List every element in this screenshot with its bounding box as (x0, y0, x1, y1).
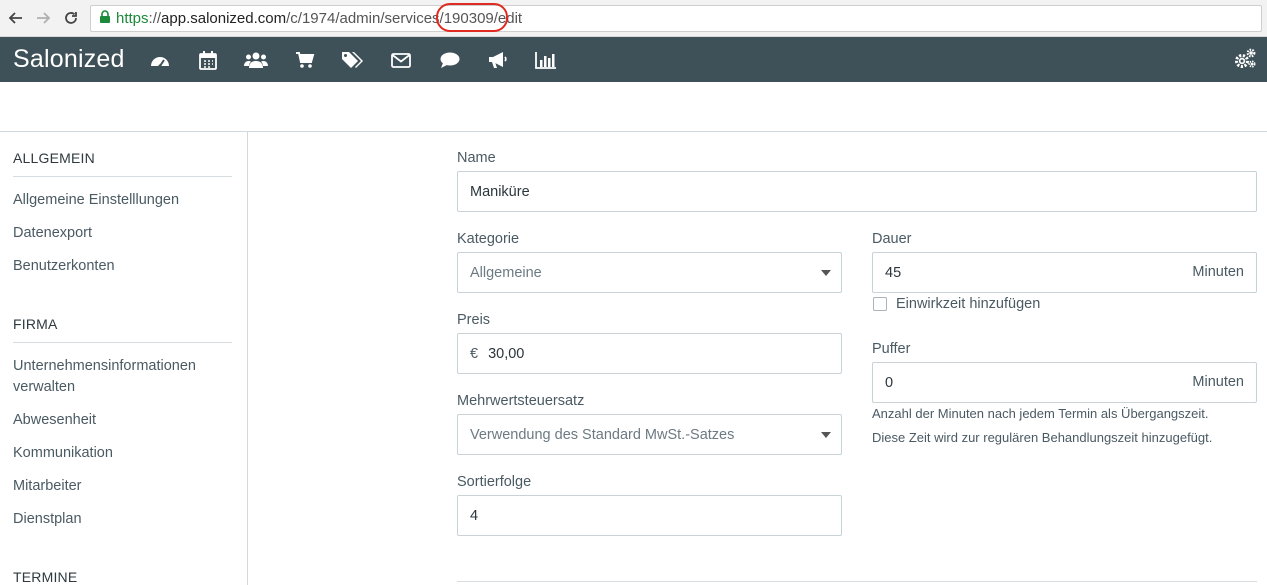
kategorie-select[interactable]: Allgemeine (457, 252, 842, 293)
einwirkzeit-label[interactable]: Einwirkzeit hinzufügen (896, 296, 1040, 312)
back-arrow-icon[interactable] (6, 8, 26, 28)
sortierfolge-label: Sortierfolge (457, 474, 532, 490)
puffer-unit: Minuten (1192, 374, 1244, 390)
sidebar-item-unternehmensinformationen[interactable]: Unternehmensinformationen verwalten (13, 356, 228, 398)
url-host: app.salonized.com (161, 10, 287, 27)
sidebar-divider (13, 342, 232, 343)
sidebar-item-abwesenheit[interactable]: Abwesenheit (13, 410, 233, 431)
kategorie-value: Allgemeine (470, 264, 542, 281)
name-value: Maniküre (470, 183, 530, 200)
preis-input[interactable]: € 30,00 (457, 333, 842, 374)
dauer-value: 45 (885, 264, 902, 281)
chat-icon[interactable] (438, 48, 462, 72)
dauer-unit: Minuten (1192, 264, 1244, 280)
sidebar-divider (13, 176, 232, 177)
brand-logo[interactable]: Salonized (13, 45, 125, 74)
reload-icon[interactable] (61, 8, 81, 28)
sidebar-item-kommunikation[interactable]: Kommunikation (13, 443, 233, 464)
puffer-label: Puffer (872, 341, 911, 357)
mwst-value: Verwendung des Standard MwSt.-Satzes (470, 426, 735, 443)
einwirkzeit-checkbox[interactable] (873, 297, 887, 311)
annotation-circle (436, 3, 508, 32)
dauer-input[interactable]: 45 Minuten (872, 252, 1257, 293)
kategorie-label: Kategorie (457, 231, 520, 247)
sidebar-item-benutzerkonten[interactable]: Benutzerkonten (13, 256, 233, 277)
calendar-icon[interactable] (196, 48, 220, 72)
sidebar-section-title: ALLGEMEIN (13, 150, 95, 166)
megaphone-icon[interactable] (486, 48, 510, 72)
puffer-value: 0 (885, 374, 894, 391)
form-divider (457, 581, 1257, 582)
dashboard-icon[interactable] (148, 48, 172, 72)
preis-value: 30,00 (488, 345, 525, 362)
name-label: Name (457, 150, 496, 166)
envelope-icon[interactable] (389, 48, 413, 72)
browser-toolbar: https://app.salonized.com/c/1974/admin/s… (0, 0, 1267, 37)
name-input[interactable]: Maniküre (457, 171, 1257, 212)
sidebar-item-mitarbeiter[interactable]: Mitarbeiter (13, 476, 233, 497)
sortierfolge-value: 4 (470, 507, 479, 524)
sidebar-item-datenexport[interactable]: Datenexport (13, 223, 233, 244)
users-icon[interactable] (244, 48, 268, 72)
euro-icon: € (470, 345, 479, 362)
chevron-down-icon (821, 432, 831, 438)
gears-icon[interactable] (1233, 48, 1257, 72)
sidebar-section-title: TERMINE (13, 569, 78, 585)
bar-chart-icon[interactable] (534, 48, 558, 72)
url-separator: :// (148, 10, 162, 27)
mwst-label: Mehrwertsteuersatz (457, 393, 585, 409)
address-bar[interactable]: https://app.salonized.com/c/1974/admin/s… (90, 3, 1262, 32)
lock-icon (99, 9, 111, 28)
forward-arrow-icon[interactable] (33, 8, 53, 28)
sortierfolge-input[interactable]: 4 (457, 495, 842, 536)
url-scheme: https (116, 10, 149, 27)
sidebar-section-title: FIRMA (13, 316, 58, 332)
tags-icon[interactable] (340, 48, 364, 72)
app-header: Salonized (0, 37, 1267, 82)
dauer-label: Dauer (872, 231, 912, 247)
sidebar-item-dienstplan[interactable]: Dienstplan (13, 509, 233, 530)
chevron-down-icon (821, 270, 831, 276)
settings-sidebar: ALLGEMEIN Allgemeine Einstelllungen Date… (0, 132, 248, 585)
preis-label: Preis (457, 312, 491, 328)
cart-icon[interactable] (293, 48, 317, 72)
sidebar-item-allgemeine-einstellungen[interactable]: Allgemeine Einstelllungen (13, 190, 233, 211)
mwst-select[interactable]: Verwendung des Standard MwSt.-Satzes (457, 414, 842, 455)
puffer-input[interactable]: 0 Minuten (872, 362, 1257, 403)
puffer-help-line-2: Diese Zeit wird zur regulären Behandlung… (872, 430, 1213, 445)
puffer-help-line-1: Anzahl der Minuten nach jedem Termin als… (872, 406, 1209, 421)
